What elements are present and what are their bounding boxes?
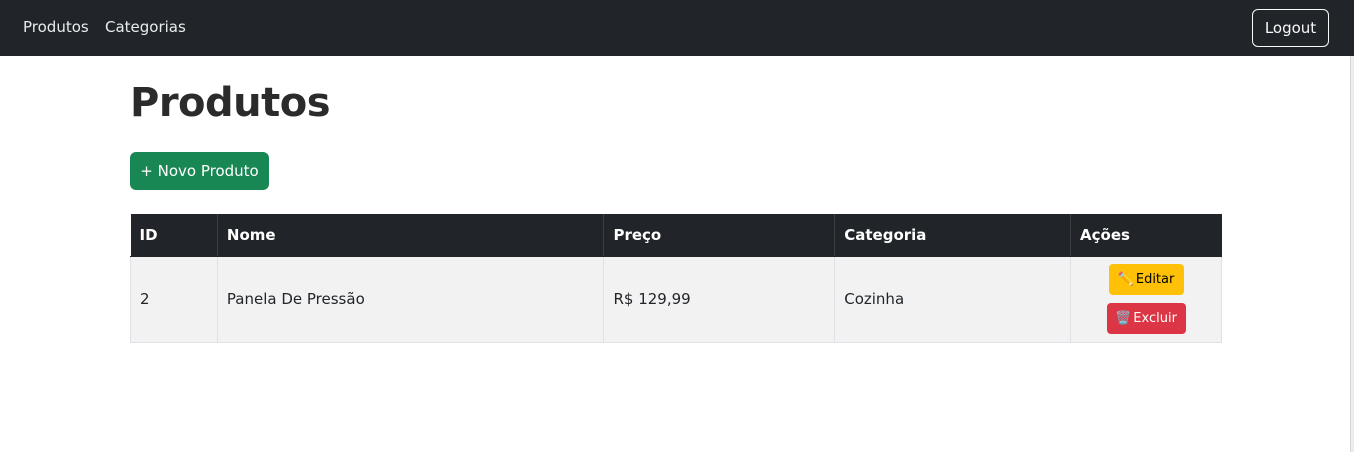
edit-button[interactable]: ✏️ Editar — [1108, 264, 1184, 295]
header-id: ID — [130, 214, 218, 257]
edit-label: Editar — [1135, 272, 1175, 287]
nav-link-produtos[interactable]: Produtos — [23, 16, 89, 38]
page-title: Produtos — [130, 80, 331, 126]
action-buttons: ✏️ Editar 🗑️ Excluir — [1080, 264, 1212, 334]
cell-categoria: Cozinha — [834, 255, 1072, 343]
header-preco: Preço — [603, 214, 836, 257]
products-table: ID Nome Preço Categoria Ações 2 Panela D… — [130, 214, 1222, 343]
page-scrollbar[interactable] — [1350, 56, 1354, 452]
pencil-icon: ✏️ — [1117, 272, 1134, 287]
cell-nome: Panela De Pressão — [216, 255, 605, 343]
cell-id: 2 — [130, 255, 218, 343]
delete-label: Excluir — [1133, 311, 1177, 326]
cell-preco: R$ 129,99 — [603, 255, 836, 343]
table-header-row: ID Nome Preço Categoria Ações — [130, 214, 1222, 257]
top-navbar: Produtos Categorias Logout — [0, 0, 1354, 56]
logout-button[interactable]: Logout — [1252, 9, 1329, 47]
delete-button[interactable]: 🗑️ Excluir — [1106, 303, 1186, 334]
trash-icon: 🗑️ — [1115, 311, 1132, 326]
table-row: 2 Panela De Pressão R$ 129,99 Cozinha ✏️… — [130, 255, 1222, 343]
header-nome: Nome — [217, 214, 605, 257]
header-categoria: Categoria — [834, 214, 1072, 257]
cell-acoes: ✏️ Editar 🗑️ Excluir — [1070, 255, 1222, 343]
header-acoes: Ações — [1070, 214, 1222, 257]
new-product-button[interactable]: + Novo Produto — [130, 152, 269, 190]
nav-link-categorias[interactable]: Categorias — [105, 16, 186, 38]
table-header: ID Nome Preço Categoria Ações — [130, 214, 1222, 257]
